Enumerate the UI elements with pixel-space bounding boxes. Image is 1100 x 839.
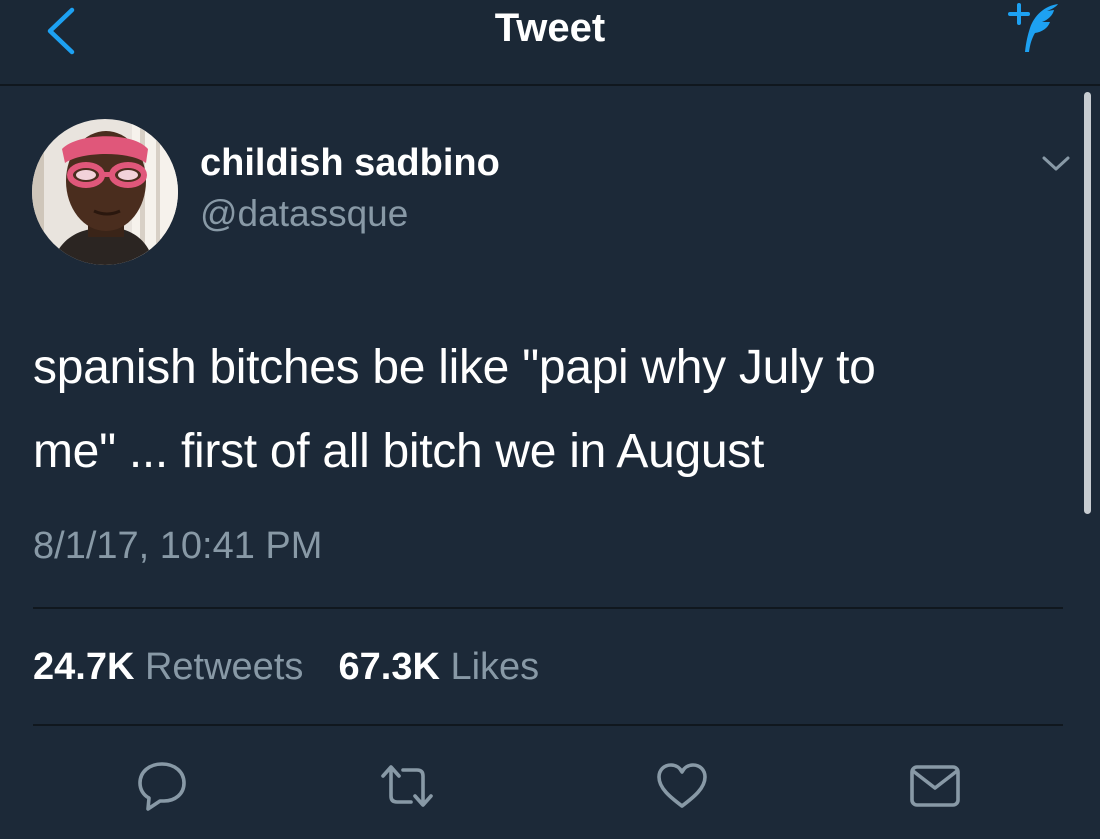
likes-stat[interactable]: 67.3K Likes	[339, 646, 540, 688]
tweet-text-line: me" ... first of all bitch we in August	[33, 425, 764, 478]
likes-label: Likes	[450, 646, 540, 688]
tweet-timestamp: 8/1/17, 10:41 PM	[33, 525, 323, 567]
retweet-button[interactable]	[377, 758, 437, 814]
retweets-stat[interactable]: 24.7K Retweets	[33, 646, 303, 688]
like-icon	[657, 763, 707, 808]
author-display-name[interactable]: childish sadbino	[200, 140, 500, 186]
avatar[interactable]	[32, 119, 178, 265]
direct-message-button[interactable]	[905, 758, 965, 814]
chevron-down-icon	[1042, 156, 1070, 171]
divider	[33, 607, 1063, 609]
tweet-text-line: spanish bitches be like "papi why July t…	[33, 341, 876, 394]
navigation-bar: Tweet	[0, 0, 1100, 86]
avatar-image	[32, 119, 178, 265]
tweet-detail-screen: Tweet childish sadbino @datassque spanis…	[0, 0, 1100, 839]
divider	[33, 724, 1063, 726]
compose-tweet-icon	[1008, 3, 1058, 52]
tweet-stats: 24.7K Retweets 67.3K Likes	[33, 643, 539, 691]
like-button[interactable]	[652, 758, 712, 814]
reply-button[interactable]	[132, 758, 192, 814]
retweets-count: 24.7K	[33, 646, 135, 688]
compose-tweet-button[interactable]	[998, 0, 1064, 62]
tweet-text: spanish bitches be like "papi why July t…	[33, 326, 1043, 494]
author-handle[interactable]: @datassque	[200, 192, 408, 236]
page-title: Tweet	[494, 6, 606, 50]
direct-message-icon	[910, 765, 960, 807]
tweet-options-button[interactable]	[1036, 148, 1076, 178]
scrollbar[interactable]	[1084, 92, 1091, 514]
retweets-label: Retweets	[144, 646, 304, 688]
retweet-icon	[381, 765, 433, 807]
likes-count: 67.3K	[338, 646, 440, 688]
reply-icon	[138, 762, 186, 811]
